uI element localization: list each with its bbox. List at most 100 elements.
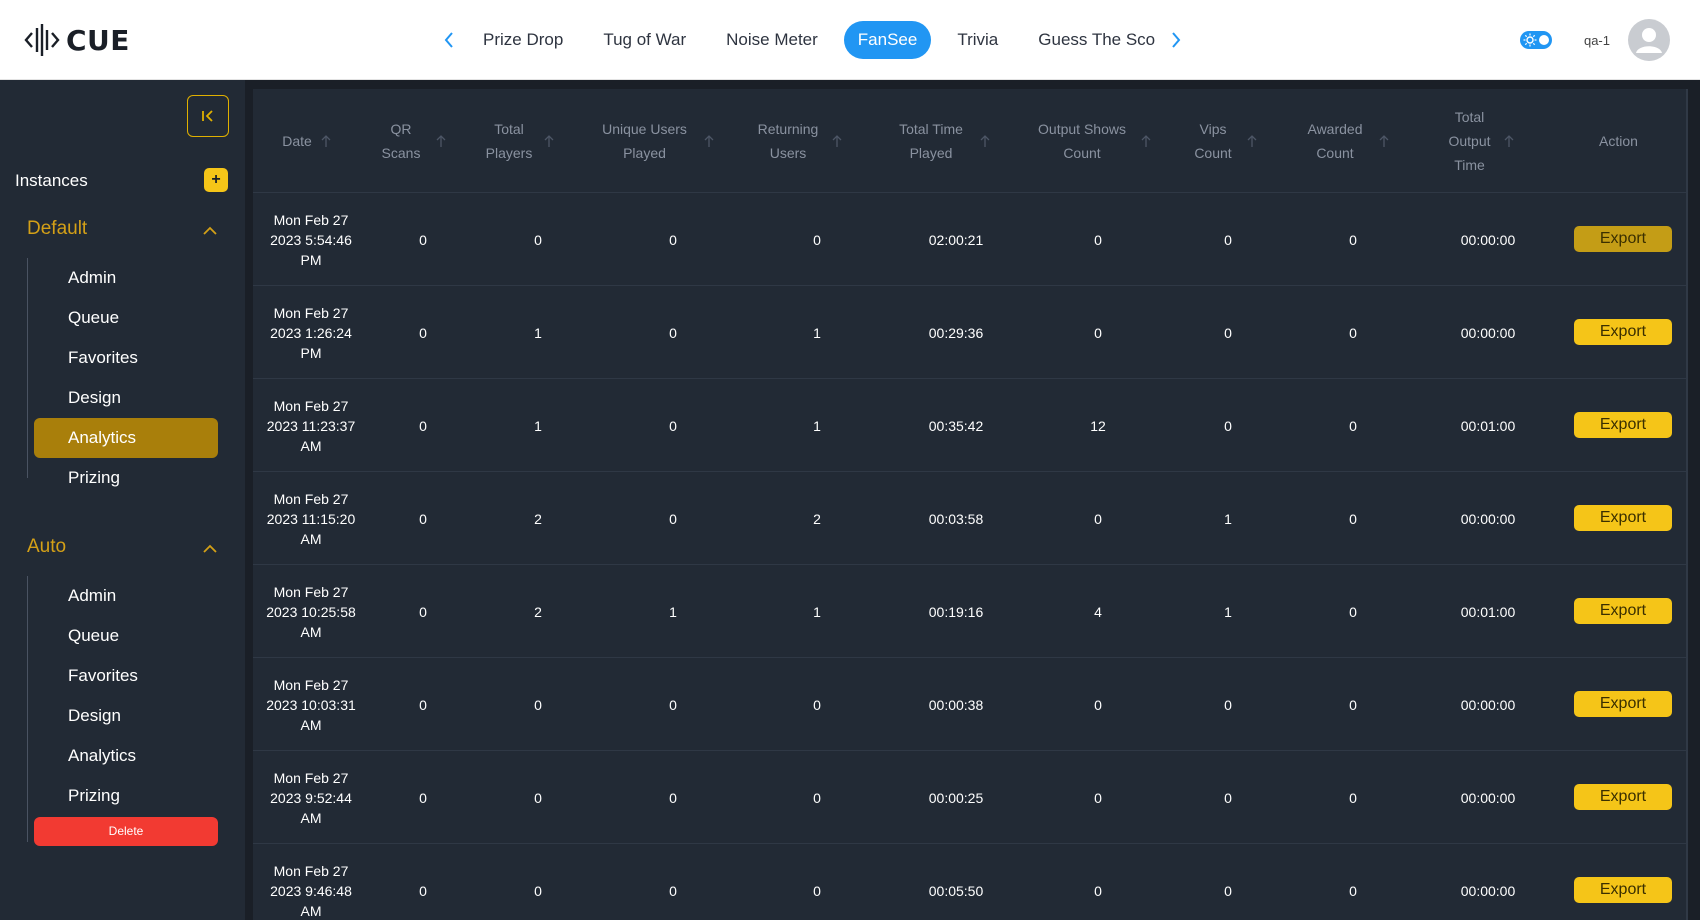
sidebar-item-default-prizing[interactable]: Prizing [34,458,218,498]
cell-total-output-time: 00:00:00 [1460,882,1516,899]
column-header-label: Returning Users [757,121,819,161]
tabs-next-button[interactable] [1162,20,1190,60]
cell-total-time-played: 02:00:21 [928,231,984,248]
cell-total-output-time: 00:00:00 [1460,696,1516,713]
tab-noise-meter[interactable]: Noise Meter [712,21,832,59]
cell-total-players: 2 [534,603,542,620]
sort-arrow-up-icon[interactable] [1140,134,1152,148]
sort-arrow-up-icon[interactable] [1246,134,1258,148]
cell-total-time-played: 00:00:38 [928,696,984,713]
chevron-up-icon[interactable] [200,221,220,241]
sort-arrow-up-icon[interactable] [320,134,332,148]
cell-returning-users: 2 [813,510,821,527]
user-avatar[interactable] [1628,19,1670,61]
cell-output-shows-count: 0 [1094,231,1102,248]
column-header-returning-users[interactable]: Returning Users [732,89,864,193]
export-button[interactable]: Export [1574,598,1672,624]
column-header-label: Output Shows Count [1038,121,1126,161]
cell-vips-count: 0 [1224,324,1232,341]
column-header-total-time-played[interactable]: Total Time Played [864,89,1018,193]
cell-date: Mon Feb 27 2023 9:46:48 AM [270,862,352,919]
cell-total-time-played: 00:00:25 [928,789,984,806]
cell-output-shows-count: 0 [1094,789,1102,806]
cell-date: Mon Feb 27 2023 1:26:24 PM [270,304,352,361]
column-header-awarded-count[interactable]: Awarded Count [1280,89,1410,193]
column-header-action: Action [1549,89,1688,193]
cell-total-time-played: 00:05:50 [928,882,984,899]
sidebar-item-auto-admin[interactable]: Admin [34,576,218,616]
cell-vips-count: 0 [1224,789,1232,806]
collapse-sidebar-button[interactable] [187,95,229,137]
column-header-output-shows-count[interactable]: Output Shows Count [1018,89,1166,193]
cell-output-shows-count: 4 [1094,603,1102,620]
cell-total-output-time: 00:00:00 [1460,510,1516,527]
sidebar-item-auto-favorites[interactable]: Favorites [34,656,218,696]
username: qa-1 [1583,32,1610,48]
export-button[interactable]: Export [1574,691,1672,717]
column-header-vips-count[interactable]: Vips Count [1166,89,1280,193]
group-divider-line [27,258,28,478]
cell-total-output-time: 00:00:00 [1460,231,1516,248]
chevron-up-icon[interactable] [200,539,220,559]
sidebar-item-default-queue[interactable]: Queue [34,298,218,338]
tabs-prev-button[interactable] [435,20,463,60]
export-button[interactable]: Export [1574,505,1672,531]
sort-arrow-up-icon[interactable] [435,134,447,148]
theme-toggle[interactable] [1519,31,1552,49]
tab-prize-drop[interactable]: Prize Drop [469,21,577,59]
table-row: Mon Feb 27 2023 11:23:37 AM 0 1 0 1 00:35:42 1… [253,379,1688,472]
toggle-knob [1538,35,1549,45]
sidebar-item-auto-prizing[interactable]: Prizing [34,776,218,816]
sidebar-item-auto-design[interactable]: Design [34,696,218,736]
add-instance-button[interactable]: + [204,168,228,192]
export-button[interactable]: Export [1574,319,1672,345]
column-header-qr-scans[interactable]: QR Scans [361,89,461,193]
sort-arrow-up-icon[interactable] [979,134,991,148]
sidebar-item-default-analytics[interactable]: Analytics [34,418,218,458]
delete-instance-button[interactable]: Delete [34,817,218,846]
scrollbar-track[interactable] [1686,89,1688,920]
sidebar-item-default-admin[interactable]: Admin [34,258,218,298]
sort-arrow-up-icon[interactable] [543,134,555,148]
chevron-left-icon [444,32,453,48]
column-header-date[interactable]: Date [253,89,361,193]
column-header-unique-users-played[interactable]: Unique Users Played [577,89,732,193]
cell-total-output-time: 00:00:00 [1460,324,1516,341]
column-header-label: Awarded Count [1307,121,1363,161]
export-button[interactable]: Export [1574,226,1672,252]
sort-arrow-up-icon[interactable] [1503,134,1515,148]
sun-icon [1523,33,1537,47]
sort-arrow-up-icon[interactable] [1378,134,1390,148]
cell-returning-users: 1 [813,324,821,341]
export-button[interactable]: Export [1574,412,1672,438]
tab-guess-the-score[interactable]: Guess The Score [1024,21,1156,59]
group-title-auto[interactable]: Auto [27,536,66,558]
sidebar-item-default-favorites[interactable]: Favorites [34,338,218,378]
cell-awarded-count: 0 [1349,417,1357,434]
sidebar-item-auto-analytics[interactable]: Analytics [34,736,218,776]
column-header-label: Action [1599,133,1638,149]
sort-arrow-up-icon[interactable] [831,134,843,148]
cell-total-time-played: 00:35:42 [928,417,984,434]
sidebar-item-default-design[interactable]: Design [34,378,218,418]
column-header-total-players[interactable]: Total Players [461,89,577,193]
cell-output-shows-count: 0 [1094,882,1102,899]
sidebar-item-auto-queue[interactable]: Queue [34,616,218,656]
main-content: Date QR Scans Total Players Unique Users Pl… [245,80,1700,920]
cell-vips-count: 0 [1224,882,1232,899]
app-logo[interactable]: CUE [24,20,130,60]
column-header-total-output-time[interactable]: Total Output Time [1410,89,1549,193]
cell-unique-users-played: 0 [669,231,677,248]
table-row: Mon Feb 27 2023 5:54:46 PM 0 0 0 0 02:00:21 0 0… [253,193,1688,286]
export-button[interactable]: Export [1574,784,1672,810]
export-button[interactable]: Export [1574,877,1672,903]
cell-unique-users-played: 0 [669,882,677,899]
cell-date: Mon Feb 27 2023 9:52:44 AM [270,769,352,826]
tab-fansee[interactable]: FanSee [843,21,932,59]
tab-trivia[interactable]: Trivia [943,21,1012,59]
group-title-default[interactable]: Default [27,218,87,240]
cell-awarded-count: 0 [1349,510,1357,527]
cell-returning-users: 0 [813,882,821,899]
sort-arrow-up-icon[interactable] [703,134,715,148]
tab-tug-of-war[interactable]: Tug of War [589,21,700,59]
